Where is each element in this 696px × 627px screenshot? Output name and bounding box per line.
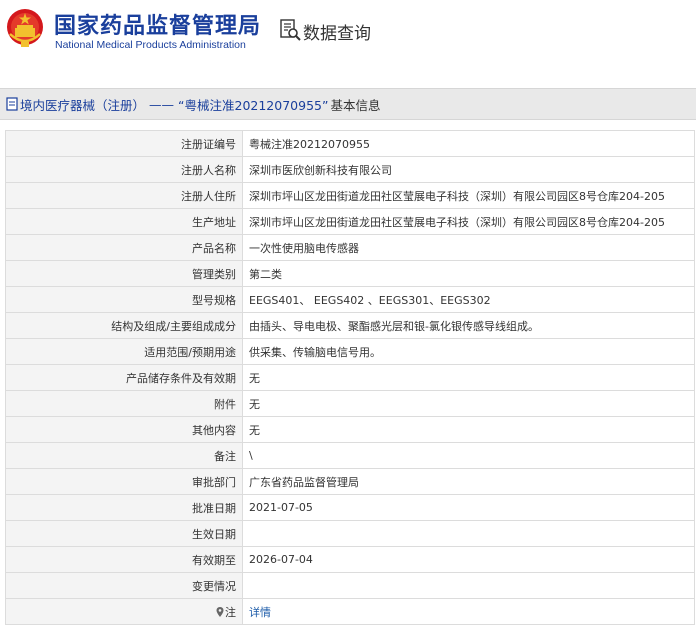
location-pin-icon [216, 606, 224, 617]
query-document-icon[interactable] [279, 19, 301, 41]
table-row: 批准日期 2021-07-05 [5, 494, 695, 521]
basic-info-table: 注册证编号 粤械注准20212070955 注册人名称 深圳市医欣创新科技有限公… [5, 130, 695, 625]
note-label-cell: 注 [5, 598, 243, 625]
breadcrumb-category[interactable]: 境内医疗器械（注册） [20, 95, 145, 114]
row-label: 有效期至 [5, 546, 243, 573]
row-label: 注册人住所 [5, 182, 243, 209]
row-value: 2026-07-04 [242, 546, 695, 573]
row-label: 变更情况 [5, 572, 243, 599]
row-value: 深圳市医欣创新科技有限公司 [242, 156, 695, 183]
table-row: 产品名称 一次性使用脑电传感器 [5, 234, 695, 261]
row-label: 产品储存条件及有效期 [5, 364, 243, 391]
page-title-bar: 境内医疗器械（注册） —— “粤械注准20212070955” 基本信息 [0, 88, 696, 120]
row-label: 产品名称 [5, 234, 243, 261]
row-value: 由插头、导电电极、聚酯感光层和银-氯化银传感导线组成。 [242, 312, 695, 339]
row-label: 生产地址 [5, 208, 243, 235]
row-value: \ [242, 442, 695, 469]
table-row: 生效日期 [5, 520, 695, 547]
row-value: 一次性使用脑电传感器 [242, 234, 695, 261]
table-row: 管理类别 第二类 [5, 260, 695, 287]
row-label: 结构及组成/主要组成成分 [5, 312, 243, 339]
row-value [242, 520, 695, 547]
row-label: 管理类别 [5, 260, 243, 287]
row-label: 备注 [5, 442, 243, 469]
data-query-link[interactable]: 数据查询 [303, 19, 371, 44]
document-icon [6, 97, 18, 111]
table-row: 变更情况 [5, 572, 695, 599]
row-value: 无 [242, 416, 695, 443]
table-row: 注册证编号 粤械注准20212070955 [5, 130, 695, 157]
row-value: 第二类 [242, 260, 695, 287]
row-value [242, 572, 695, 599]
breadcrumb-separator: —— [149, 96, 175, 112]
row-label: 注 [225, 605, 236, 619]
table-row: 审批部门 广东省药品监督管理局 [5, 468, 695, 495]
table-row: 注 详情 [5, 598, 695, 625]
registration-number-title: “粤械注准20212070955” [178, 97, 329, 113]
table-row: 生产地址 深圳市坪山区龙田街道龙田社区莹展电子科技（深圳）有限公司园区8号仓库2… [5, 208, 695, 235]
site-header: 国家药品监督管理局 National Medical Products Admi… [0, 0, 696, 66]
row-label: 其他内容 [5, 416, 243, 443]
row-value: 2021-07-05 [242, 494, 695, 521]
table-row: 注册人名称 深圳市医欣创新科技有限公司 [5, 156, 695, 183]
table-row: 有效期至 2026-07-04 [5, 546, 695, 573]
row-value: 深圳市坪山区龙田街道龙田社区莹展电子科技（深圳）有限公司园区8号仓库204-20… [242, 182, 695, 209]
row-label: 附件 [5, 390, 243, 417]
national-emblem-icon [7, 9, 43, 47]
table-row: 其他内容 无 [5, 416, 695, 443]
row-value: 深圳市坪山区龙田街道龙田社区莹展电子科技（深圳）有限公司园区8号仓库204-20… [242, 208, 695, 235]
table-row: 注册人住所 深圳市坪山区龙田街道龙田社区莹展电子科技（深圳）有限公司园区8号仓库… [5, 182, 695, 209]
title-suffix: 基本信息 [330, 97, 381, 113]
table-row: 备注 \ [5, 442, 695, 469]
row-label: 注册人名称 [5, 156, 243, 183]
row-value: 无 [242, 364, 695, 391]
table-row: 附件 无 [5, 390, 695, 417]
row-value: 无 [242, 390, 695, 417]
details-link[interactable]: 详情 [242, 598, 695, 625]
row-value: 粤械注准20212070955 [242, 130, 695, 157]
row-value: EEGS401、 EEGS402 、EEGS301、EEGS302 [242, 286, 695, 313]
row-label: 型号规格 [5, 286, 243, 313]
table-row: 型号规格 EEGS401、 EEGS402 、EEGS301、EEGS302 [5, 286, 695, 313]
row-value: 供采集、传输脑电信号用。 [242, 338, 695, 365]
row-label: 生效日期 [5, 520, 243, 547]
row-label: 审批部门 [5, 468, 243, 495]
site-name-cn[interactable]: 国家药品监督管理局 [54, 8, 261, 40]
site-name-en[interactable]: National Medical Products Administration [55, 39, 246, 51]
row-label: 适用范围/预期用途 [5, 338, 243, 365]
row-label: 批准日期 [5, 494, 243, 521]
table-row: 结构及组成/主要组成成分 由插头、导电电极、聚酯感光层和银-氯化银传感导线组成。 [5, 312, 695, 339]
table-row: 适用范围/预期用途 供采集、传输脑电信号用。 [5, 338, 695, 365]
row-value: 广东省药品监督管理局 [242, 468, 695, 495]
table-row: 产品储存条件及有效期 无 [5, 364, 695, 391]
row-label: 注册证编号 [5, 130, 243, 157]
